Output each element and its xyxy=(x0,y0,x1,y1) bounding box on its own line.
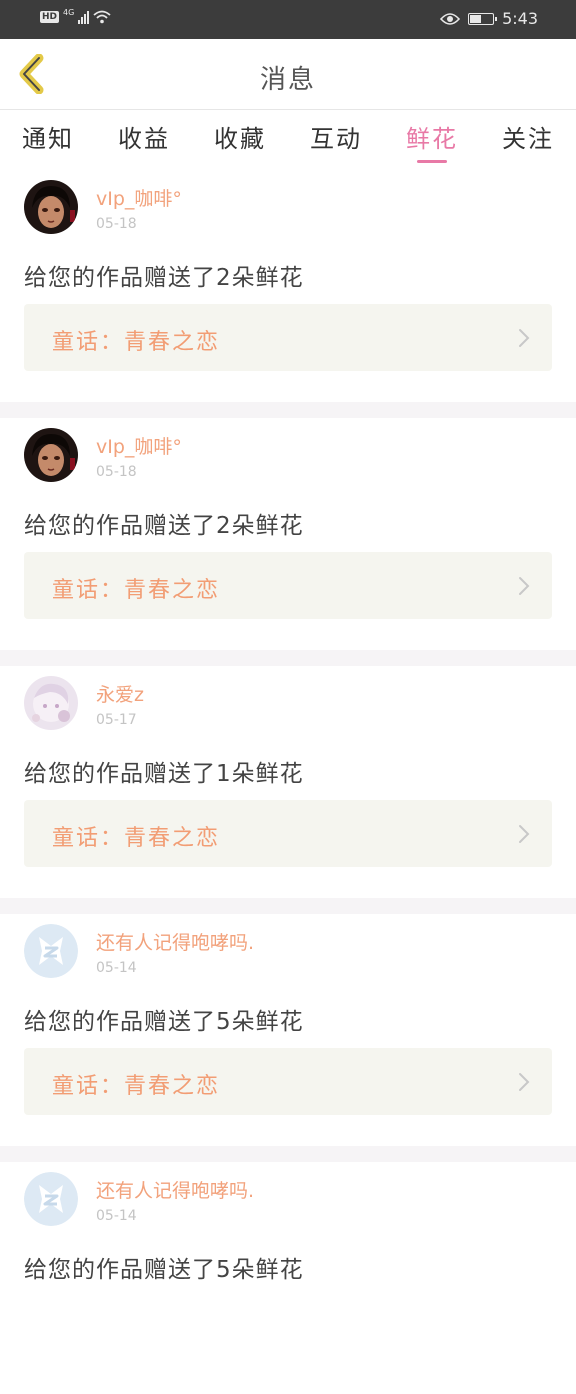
work-link[interactable]: 童话：青春之恋 xyxy=(24,304,552,371)
message: 给您的作品赠送了2朵鲜花 xyxy=(24,513,304,539)
tab-follows[interactable]: 关注 xyxy=(502,110,554,170)
avatar[interactable] xyxy=(24,1172,78,1226)
tab-label: 关注 xyxy=(502,125,554,153)
notification-card: vIp_咖啡° 05-18 给您的作品赠送了2朵鲜花 童话：青春之恋 xyxy=(0,170,576,402)
tab-label: 互动 xyxy=(310,125,362,153)
active-tab-indicator xyxy=(417,160,447,163)
tab-label: 收藏 xyxy=(214,125,266,153)
divider xyxy=(0,650,576,666)
status-left: HD 4G xyxy=(40,7,111,24)
work-link[interactable]: 童话：青春之恋 xyxy=(24,800,552,867)
page-title: 消息 xyxy=(259,65,316,95)
work-title: 童话：青春之恋 xyxy=(52,578,221,603)
tab-earnings[interactable]: 收益 xyxy=(118,110,170,170)
work-title: 童话：青春之恋 xyxy=(52,330,221,355)
work-link[interactable]: 童话：青春之恋 xyxy=(24,552,552,619)
network-type: 4G xyxy=(63,7,75,17)
battery-icon xyxy=(468,12,498,25)
avatar[interactable] xyxy=(24,924,78,978)
username[interactable]: vIp_咖啡° xyxy=(96,184,182,211)
tab-flowers[interactable]: 鲜花 xyxy=(406,110,458,170)
default-avatar-icon xyxy=(24,1172,78,1226)
username[interactable]: 永爱z xyxy=(96,680,144,707)
signal-icon xyxy=(78,10,90,24)
tab-label: 鲜花 xyxy=(406,125,458,153)
date: 05-18 xyxy=(96,216,137,232)
avatar[interactable] xyxy=(24,676,78,730)
username[interactable]: 还有人记得咆哮吗. xyxy=(96,1176,254,1203)
date: 05-18 xyxy=(96,464,137,480)
divider xyxy=(0,898,576,914)
username[interactable]: 还有人记得咆哮吗. xyxy=(96,928,254,955)
default-avatar-icon xyxy=(24,924,78,978)
message: 给您的作品赠送了1朵鲜花 xyxy=(24,761,304,787)
username[interactable]: vIp_咖啡° xyxy=(96,432,182,459)
tab-bar: 通知 收益 收藏 互动 鲜花 关注 xyxy=(0,110,576,170)
notification-card: vIp_咖啡° 05-18 给您的作品赠送了2朵鲜花 童话：青春之恋 xyxy=(0,418,576,650)
message: 给您的作品赠送了5朵鲜花 xyxy=(24,1009,304,1035)
chevron-right-icon xyxy=(519,825,530,843)
hd-badge: HD xyxy=(40,11,60,23)
notification-card: 还有人记得咆哮吗. 05-14 给您的作品赠送了5朵鲜花 xyxy=(0,1162,576,1394)
work-title: 童话：青春之恋 xyxy=(52,1074,221,1099)
chevron-right-icon xyxy=(519,577,530,595)
avatar[interactable] xyxy=(24,428,78,482)
avatar[interactable] xyxy=(24,180,78,234)
notification-card: 永爱z 05-17 给您的作品赠送了1朵鲜花 童话：青春之恋 xyxy=(0,666,576,898)
date: 05-14 xyxy=(96,960,137,976)
message: 给您的作品赠送了5朵鲜花 xyxy=(24,1257,304,1283)
status-right: 5:43 xyxy=(440,9,538,28)
status-bar: HD 4G 5:43 xyxy=(0,0,576,39)
flower-notification-list: vIp_咖啡° 05-18 给您的作品赠送了2朵鲜花 童话：青春之恋 vIp_咖… xyxy=(0,170,576,1394)
clock: 5:43 xyxy=(502,9,538,28)
notification-card: 还有人记得咆哮吗. 05-14 给您的作品赠送了5朵鲜花 童话：青春之恋 xyxy=(0,914,576,1146)
tab-label: 通知 xyxy=(22,125,74,153)
date: 05-14 xyxy=(96,1208,137,1224)
work-link[interactable]: 童话：青春之恋 xyxy=(24,1048,552,1115)
wifi-icon xyxy=(93,10,111,24)
message: 给您的作品赠送了2朵鲜花 xyxy=(24,265,304,291)
tab-label: 收益 xyxy=(118,125,170,153)
tab-favorites[interactable]: 收藏 xyxy=(214,110,266,170)
work-title: 童话：青春之恋 xyxy=(52,826,221,851)
divider xyxy=(0,1146,576,1162)
header: 消息 xyxy=(0,39,576,110)
tab-interactions[interactable]: 互动 xyxy=(310,110,362,170)
tab-notifications[interactable]: 通知 xyxy=(22,110,74,170)
chevron-right-icon xyxy=(519,329,530,347)
chevron-right-icon xyxy=(519,1073,530,1091)
divider xyxy=(0,402,576,418)
eye-icon xyxy=(440,12,461,25)
date: 05-17 xyxy=(96,712,137,728)
